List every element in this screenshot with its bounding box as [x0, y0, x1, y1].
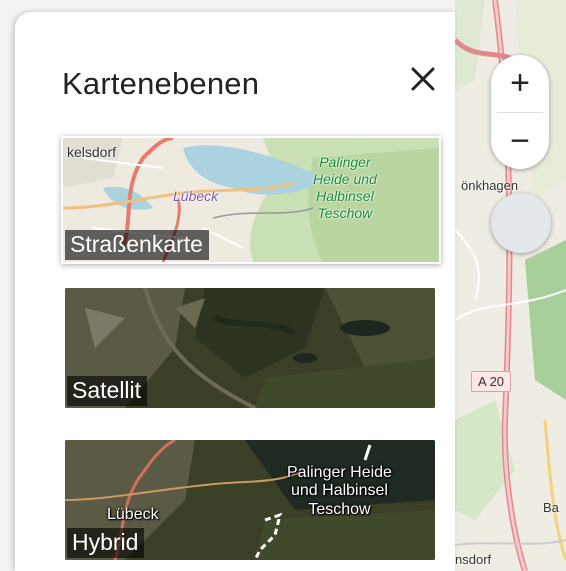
thumb-park-label: Palinger Heide und Halbinsel Teschow	[313, 154, 377, 222]
map-place-label: nsdorf	[455, 552, 492, 567]
map-layers-panel: Kartenebenen kelsdorf Lübeck Palinger He…	[15, 12, 455, 571]
thumb-place-label: Lübeck	[107, 506, 159, 523]
close-button[interactable]	[401, 57, 445, 101]
layer-option-satellite[interactable]: Satellit	[65, 288, 435, 408]
road-shield-a20: A 20	[471, 371, 512, 392]
thumb-place-label: kelsdorf	[67, 144, 117, 160]
map-place-label: önkhagen	[461, 178, 519, 193]
layer-option-hybrid[interactable]: Lübeck Palinger Heide und Halbinsel Tesc…	[65, 440, 435, 560]
map-view[interactable]: önkhagen A 20 Ba nsdorf + −	[455, 0, 566, 571]
close-icon	[411, 67, 435, 91]
locate-button[interactable]	[491, 193, 551, 253]
layer-label-hybrid: Hybrid	[67, 527, 145, 558]
zoom-control: + −	[491, 55, 549, 169]
panel-title: Kartenebenen	[62, 66, 260, 101]
layer-label-street-map: Straßenkarte	[65, 229, 209, 260]
thumb-place-label: Lübeck	[173, 188, 219, 204]
layer-label-satellite: Satellit	[67, 375, 148, 406]
thumb-park-label: Palinger Heide und Halbinsel Teschow	[287, 464, 392, 518]
map-place-label: Ba	[543, 500, 559, 515]
layer-option-street-map[interactable]: kelsdorf Lübeck Palinger Heide und Halbi…	[61, 136, 441, 264]
zoom-out-button[interactable]: −	[491, 113, 549, 169]
zoom-in-button[interactable]: +	[491, 55, 549, 111]
